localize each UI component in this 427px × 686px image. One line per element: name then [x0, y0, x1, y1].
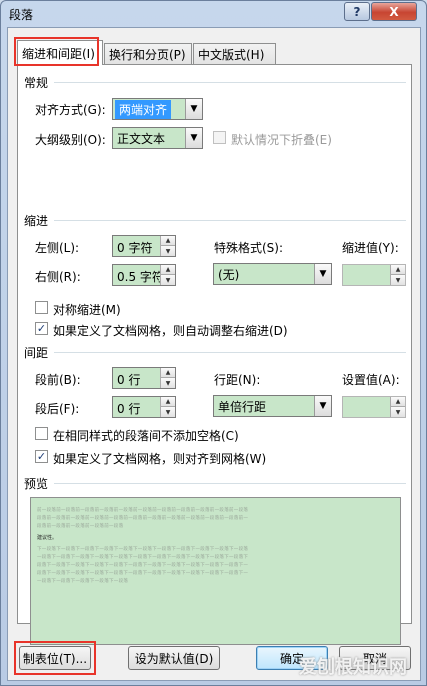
indent-by-spinner[interactable]: ▲ ▼: [342, 264, 406, 286]
spacing-at-label: 设置值(A):: [342, 373, 400, 387]
preview-main-text: 建议性。: [37, 535, 58, 541]
chevron-down-icon[interactable]: ▼: [314, 396, 331, 416]
auto-adjust-indent-label: 如果定义了文档网格，则自动调整右缩进(D): [53, 324, 288, 338]
auto-adjust-indent-checkbox[interactable]: ✓: [35, 322, 48, 335]
paragraph-preview: 前一段落前一段落前一段落前一段落前一段落前一段落前一段落前一段落前一段落前一段落…: [30, 497, 401, 645]
chevron-down-icon[interactable]: ▼: [314, 264, 331, 284]
indent-by-label: 缩进值(Y):: [342, 241, 399, 255]
line-spacing-value: 单倍行距: [218, 399, 267, 414]
special-indent-dropdown[interactable]: (无) ▼: [213, 263, 332, 285]
spin-down-icon[interactable]: ▼: [161, 378, 175, 388]
spin-up-icon[interactable]: ▲: [161, 236, 175, 246]
spin-down-icon[interactable]: ▼: [161, 246, 175, 256]
alignment-label: 对齐方式(G):: [35, 103, 106, 117]
spin-up-icon[interactable]: ▲: [391, 265, 405, 275]
line-spacing-dropdown[interactable]: 单倍行距 ▼: [213, 395, 332, 417]
preview-next-line: 段落下一段落下一段落下一段落下一段落下一段落下一段落下一段落下一段落下一段落下一…: [37, 571, 249, 576]
spacing-before-label: 段前(B):: [35, 373, 81, 387]
tab-label: 中文版式(H): [198, 47, 265, 62]
section-general-heading: 常规: [24, 76, 49, 90]
tab-line-page-breaks[interactable]: 换行和分页(P): [104, 43, 192, 64]
indent-right-label: 右侧(R):: [35, 270, 81, 284]
preview-next-line: 段落下一段落下一段落下一段落下一段落下一段落下一段落下一段落下一段落下一段落下一…: [37, 563, 249, 568]
spin-up-icon[interactable]: ▲: [161, 265, 175, 275]
highlight-box-tabs-button: [14, 641, 96, 675]
outline-level-dropdown[interactable]: 正文文本 ▼: [112, 127, 203, 149]
preview-next-line: 下一段落下一段落下一段落下一段落下一段落下一段落下一段落下一段落下一段落下一段落…: [37, 547, 249, 552]
preview-prev-line: 前一段落前一段落前一段落前一段落前一段落前一段落前一段落前一段落前一段落前一段落…: [37, 508, 249, 513]
spacing-after-spinner[interactable]: 0 行 ▲ ▼: [112, 396, 176, 418]
spacing-at-spinner[interactable]: ▲ ▼: [342, 396, 406, 418]
section-spacing-heading: 间距: [24, 346, 49, 360]
outline-level-label: 大纲级别(O):: [35, 133, 106, 147]
indent-left-label: 左侧(L):: [35, 241, 80, 255]
special-indent-label: 特殊格式(S):: [214, 241, 284, 255]
no-space-same-style-label: 在相同样式的段落间不添加空格(C): [53, 429, 239, 443]
special-indent-value: (无): [218, 267, 240, 282]
window-title: 段落: [9, 8, 34, 22]
spin-down-icon[interactable]: ▼: [391, 407, 405, 417]
set-as-default-label: 设为默认值(D): [134, 651, 214, 666]
help-icon: ?: [353, 4, 361, 19]
indent-right-value: 0.5 字符: [117, 270, 164, 284]
mirror-indents-label: 对称缩进(M): [53, 303, 121, 317]
spin-up-icon[interactable]: ▲: [161, 397, 175, 407]
section-indent-heading: 缩进: [24, 214, 49, 228]
no-space-same-style-checkbox[interactable]: [35, 427, 48, 440]
separator: [54, 82, 406, 83]
tab-panel: 常规 对齐方式(G): 两端对齐 ▼ 大纲级别(O): 正文文本 ▼ 默认情况下…: [17, 64, 412, 645]
watermark-text: 爱刨根知识网: [299, 657, 407, 678]
spin-down-icon[interactable]: ▼: [391, 275, 405, 285]
tab-asian-typography[interactable]: 中文版式(H): [193, 43, 276, 64]
chevron-down-icon[interactable]: ▼: [185, 128, 202, 148]
mirror-indents-checkbox[interactable]: [35, 301, 48, 314]
indent-left-value: 0 字符: [117, 241, 153, 255]
tab-label: 换行和分页(P): [109, 47, 186, 62]
alignment-dropdown[interactable]: 两端对齐 ▼: [112, 98, 203, 120]
collapse-checkbox[interactable]: [213, 131, 226, 144]
spin-down-icon[interactable]: ▼: [161, 275, 175, 285]
collapse-label: 默认情况下折叠(E): [231, 133, 332, 147]
snap-to-grid-label: 如果定义了文档网格，则对齐到网格(W): [53, 452, 267, 466]
spin-up-icon[interactable]: ▲: [161, 368, 175, 378]
alignment-value: 两端对齐: [115, 99, 172, 119]
chevron-down-icon[interactable]: ▼: [185, 99, 202, 119]
spacing-after-label: 段后(F):: [35, 402, 80, 416]
close-icon: X: [389, 4, 399, 19]
separator: [54, 220, 406, 221]
preview-prev-line: 段落前一段落前一段落前一段落前一段落前一段落前一段落前一段落前一段落前一段落前一…: [37, 516, 249, 521]
outline-level-value: 正文文本: [117, 131, 166, 146]
dialog-body: 缩进和间距(I) 换行和分页(P) 中文版式(H) 常规 对齐方式(G): 两端…: [7, 27, 421, 681]
set-as-default-button[interactable]: 设为默认值(D): [128, 646, 220, 670]
close-button[interactable]: X: [371, 2, 417, 21]
preview-next-line: 一段落下一段落下一段落下一段落下一段落: [37, 579, 129, 584]
highlight-box-tab: [14, 37, 99, 66]
indent-left-spinner[interactable]: 0 字符 ▲ ▼: [112, 235, 176, 257]
spin-down-icon[interactable]: ▼: [161, 407, 175, 417]
spin-up-icon[interactable]: ▲: [391, 397, 405, 407]
indent-right-spinner[interactable]: 0.5 字符 ▲ ▼: [112, 264, 176, 286]
title-bar[interactable]: 段落 ? X: [1, 1, 426, 27]
preview-next-line: 一段落下一段落下一段落下一段落下一段落下一段落下一段落下一段落下一段落下一段落下…: [37, 555, 249, 560]
paragraph-dialog: 段落 ? X 缩进和间距(I) 换行和分页(P) 中文版式(H) 常规 对齐方式…: [0, 0, 427, 686]
spacing-before-value: 0 行: [117, 373, 141, 387]
preview-prev-line: 段落前一段落前一段落前一段落前一段落: [37, 524, 124, 529]
spacing-after-value: 0 行: [117, 402, 141, 416]
snap-to-grid-checkbox[interactable]: ✓: [35, 450, 48, 463]
separator: [54, 483, 406, 484]
help-button[interactable]: ?: [344, 2, 370, 21]
section-preview-heading: 预览: [24, 477, 49, 491]
spacing-before-spinner[interactable]: 0 行 ▲ ▼: [112, 367, 176, 389]
separator: [54, 352, 406, 353]
line-spacing-label: 行距(N):: [214, 373, 261, 387]
